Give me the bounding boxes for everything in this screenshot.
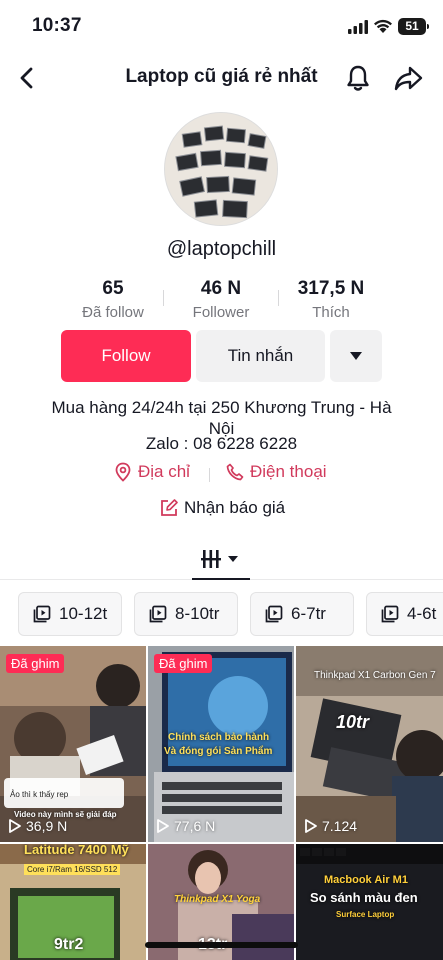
video-caption: Và đóng gói Sản Phẩm [164,746,273,757]
message-button[interactable]: Tin nhắn [196,330,325,382]
video-caption: Surface Laptop [336,910,395,919]
play-outline-icon [157,819,169,833]
video-caption: Core i7/Ram 16/SSD 512 [24,864,121,875]
playlist-icon [149,605,167,623]
video-caption: 9tr2 [54,936,84,953]
video-caption: Ảo thì k thấy rep [10,790,69,799]
pinned-badge: Đã ghim [154,654,213,673]
video-thumbnail[interactable]: Latitude 7400 Mỹ Core i7/Ram 16/SSD 512 … [0,844,146,960]
stat-following[interactable]: 65 Đã follow [58,278,168,321]
request-quote-label: Nhận báo giá [184,498,286,517]
video-thumbnail[interactable]: Macbook Air M1 So sánh màu đen Surface L… [296,844,443,960]
playlist-chip[interactable]: 4-6t [366,592,443,636]
address-link[interactable]: Địa chỉ [114,462,190,482]
stat-followers-label: Follower [192,304,250,321]
playlist-icon [33,605,51,623]
notification-button[interactable] [343,62,373,94]
battery-icon: 51 [398,18,429,35]
play-outline-icon [9,819,21,833]
share-arrow-icon [394,66,423,91]
profile-header: Laptop cũ giá rẻ nhất [0,56,443,100]
video-caption: 10tr [336,712,370,732]
edit-icon [161,499,178,516]
stat-likes[interactable]: 317,5 N Thích [276,278,386,321]
stat-followers[interactable]: 46 N Follower [166,278,276,321]
stat-following-value: 65 [102,278,124,299]
bio-zalo: Zalo : 08 6228 6228 [145,434,298,453]
video-thumbnail[interactable]: Đã ghim Chính sách bảo hành Và đóng gói … [148,646,294,842]
bio-text: Mua hàng 24/24h tại 250 Khương Trung - H… [51,398,392,438]
view-count-value: 7.124 [322,818,358,834]
status-bar: 10:37 51 [0,0,443,54]
video-thumbnail-image [148,646,294,842]
video-caption: Thinkpad X1 Carbon Gen 7 [314,670,436,681]
playlist-chip[interactable]: 8-10tr [134,592,238,636]
share-button[interactable] [393,62,425,94]
pinned-badge: Đã ghim [6,654,65,673]
view-count: 7.124 [304,818,357,834]
caret-down-icon [350,352,362,360]
play-outline-icon [305,819,317,833]
cellular-signal-icon [348,20,368,34]
tab-videos[interactable] [192,546,250,580]
follow-button[interactable]: Follow [61,330,191,382]
playlist-icon [265,605,283,623]
stat-likes-label: Thích [312,304,350,321]
video-caption: Chính sách bảo hành [168,732,270,743]
phone-link[interactable]: Điện thoại [226,462,327,482]
request-quote-link[interactable]: Nhận báo giá [160,498,285,518]
stat-followers-value: 46 N [200,278,242,299]
view-count: 36,9 N [8,818,67,834]
grid-icon [201,550,238,568]
playlist-icon [381,605,399,623]
avatar-image [165,113,277,225]
stat-following-label: Đã follow [82,304,144,321]
address-label: Địa chỉ [138,462,190,481]
playlist-chip[interactable]: 10-12t [18,592,122,636]
content-tabs [0,540,443,580]
video-caption: So sánh màu đen [310,890,418,905]
location-pin-icon [115,462,131,482]
view-count-value: 77,6 N [174,818,216,834]
username: @laptopchill [166,238,277,260]
battery-level: 51 [405,19,419,33]
playlist-chip-label: 8-10tr [175,604,220,623]
video-thumbnail[interactable]: Thinkpad X1 Carbon Gen 7 10tr 7.124 [296,646,443,842]
video-caption: Macbook Air M1 [324,874,408,886]
profile-stats: 65 Đã follow 46 N Follower 317,5 N Thích [60,278,383,326]
wifi-icon [374,19,392,33]
video-caption: Latitude 7400 Mỹ [24,844,129,857]
playlist-chip-label: 6-7tr [291,604,326,623]
view-count-value: 36,9 N [26,818,68,834]
status-time: 10:37 [32,15,82,36]
stat-likes-value: 317,5 N [297,278,365,299]
playlist-chip[interactable]: 6-7tr [250,592,354,636]
playlist-chips: 10-12t 8-10tr 6-7tr 4-6t [18,592,443,636]
video-grid: Đã ghim Ảo thì k thấy rep Video này mình… [0,646,443,960]
bell-icon [347,65,369,91]
phone-label: Điện thoại [250,462,327,481]
view-count: 77,6 N [156,818,215,834]
home-indicator [145,942,298,948]
video-caption: Thinkpad X1 Yoga [174,894,261,905]
stat-divider [163,290,164,306]
more-options-button[interactable] [330,330,382,382]
video-thumbnail[interactable]: Đã ghim Ảo thì k thấy rep Video này mình… [0,646,146,842]
avatar[interactable] [164,112,278,226]
playlist-chip-label: 10-12t [59,604,108,623]
contact-links: Địa chỉ Điện thoại [0,462,443,488]
playlist-chip-label: 4-6t [407,604,437,623]
page-title: Laptop cũ giá rẻ nhất [125,66,318,87]
links-divider [209,468,210,482]
phone-icon [226,463,244,481]
